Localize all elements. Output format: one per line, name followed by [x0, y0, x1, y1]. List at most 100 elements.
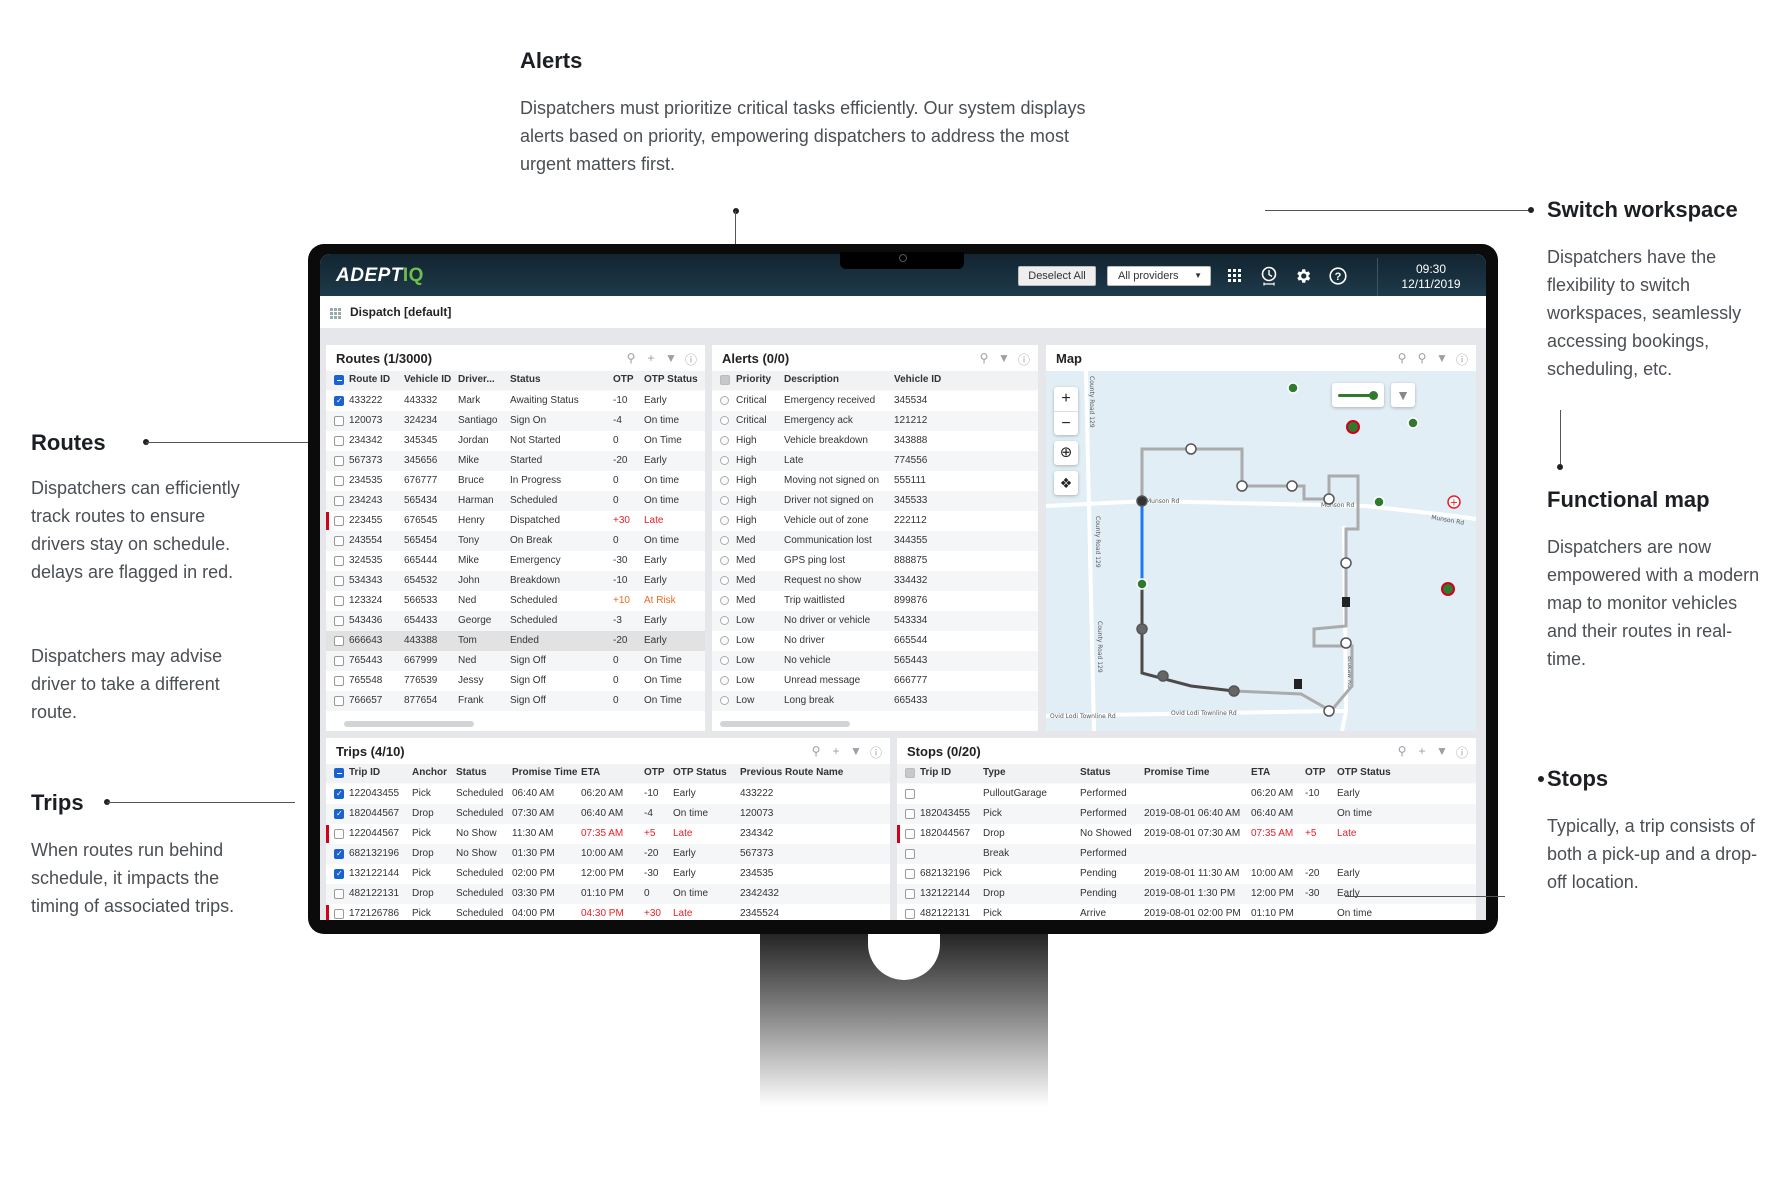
row-checkbox[interactable] [905, 829, 915, 839]
row-radio[interactable] [720, 696, 729, 705]
row-checkbox[interactable] [334, 696, 344, 706]
col-previous-route-name[interactable]: Previous Route Name [740, 767, 843, 778]
row-radio[interactable] [720, 456, 729, 465]
routes-row[interactable]: 765443 667999 Ned Sign Off 0 On Time [326, 651, 705, 671]
help-icon[interactable]: ⓘ [1018, 351, 1030, 368]
col-otp-status[interactable]: OTP Status [673, 767, 727, 778]
row-checkbox[interactable] [334, 391, 344, 411]
row-radio[interactable] [720, 676, 729, 685]
stops-row[interactable]: PulloutGarage Performed 06:20 AM -10 Early [897, 784, 1476, 804]
search-icon[interactable]: ⚲ [1396, 744, 1408, 761]
workspace-grid-icon[interactable] [330, 308, 342, 319]
col-anchor[interactable]: Anchor [412, 767, 447, 778]
trips-row[interactable]: 172126786 Pick Scheduled 04:00 PM 04:30 PM +3… [326, 904, 890, 920]
routes-row[interactable]: 234243 565434 Harman Scheduled 0 On time [326, 491, 705, 511]
alerts-row[interactable]: Med Trip waitlisted 899876 [712, 591, 1038, 611]
help-icon[interactable]: ⓘ [685, 351, 697, 368]
map-layer-filter-icon[interactable]: ▼ [1391, 383, 1415, 407]
col-priority[interactable]: Priority [736, 374, 771, 385]
filter-icon[interactable]: ▼ [665, 351, 677, 368]
stops-row[interactable]: Break Performed [897, 844, 1476, 864]
row-checkbox[interactable] [334, 784, 344, 804]
timeline-clock-icon[interactable] [1259, 266, 1279, 286]
routes-row[interactable]: 123324 566533 Ned Scheduled +10 At Risk [326, 591, 705, 611]
alerts-row[interactable]: Low No driver 665544 [712, 631, 1038, 651]
col-otp[interactable]: OTP [644, 767, 665, 778]
row-checkbox[interactable] [334, 656, 344, 666]
help-icon[interactable]: ⓘ [1456, 744, 1468, 761]
routes-row[interactable]: 324535 665444 Mike Emergency -30 Early [326, 551, 705, 571]
routes-row[interactable]: 234342 345345 Jordan Not Started 0 On Time [326, 431, 705, 451]
row-checkbox[interactable] [334, 676, 344, 686]
row-radio[interactable] [720, 516, 729, 525]
gear-icon[interactable] [1293, 266, 1313, 286]
row-checkbox[interactable] [905, 869, 915, 879]
row-radio[interactable] [720, 396, 729, 405]
select-all-checkbox[interactable] [334, 768, 344, 778]
row-radio[interactable] [720, 476, 729, 485]
alerts-row[interactable]: Low Long break 665433 [712, 691, 1038, 711]
routes-row[interactable]: 666643 443388 Tom Ended -20 Early [326, 631, 705, 651]
alerts-row[interactable]: Critical Emergency received 345534 [712, 391, 1038, 411]
row-checkbox[interactable] [334, 576, 344, 586]
alerts-row[interactable]: Med GPS ping lost 888875 [712, 551, 1038, 571]
row-radio[interactable] [720, 496, 729, 505]
trips-row[interactable]: 682132196 Drop No Show 01:30 PM 10:00 AM -20 E… [326, 844, 890, 864]
alerts-row[interactable]: High Late 774556 [712, 451, 1038, 471]
row-checkbox[interactable] [334, 476, 344, 486]
routes-horizontal-scrollbar[interactable] [344, 721, 474, 727]
alerts-row[interactable]: Med Communication lost 344355 [712, 531, 1038, 551]
map-opacity-slider[interactable] [1332, 383, 1384, 407]
map-canvas[interactable]: Munson Rd Munson Rd Munson Rd Ovid Lodi … [1046, 371, 1476, 731]
search-icon[interactable]: ⚲ [978, 351, 990, 368]
routes-row[interactable]: 534343 654532 John Breakdown -10 Early [326, 571, 705, 591]
col-otp-status[interactable]: OTP Status [1337, 767, 1391, 778]
search-icon[interactable]: ⚲ [625, 351, 637, 368]
row-checkbox[interactable] [334, 909, 344, 919]
filter-icon[interactable]: ▼ [1436, 744, 1448, 761]
row-radio[interactable] [720, 436, 729, 445]
filter-icon[interactable]: ▼ [850, 744, 862, 761]
row-checkbox[interactable] [334, 829, 344, 839]
trips-row[interactable]: 132122144 Pick Scheduled 02:00 PM 12:00 PM -3… [326, 864, 890, 884]
row-checkbox[interactable] [334, 616, 344, 626]
row-checkbox[interactable] [905, 789, 915, 799]
routes-row[interactable]: 567373 345656 Mike Started -20 Early [326, 451, 705, 471]
routes-row[interactable]: 223455 676545 Henry Dispatched +30 Late [326, 511, 705, 531]
col-otp[interactable]: OTP [1305, 767, 1326, 778]
locate-crosshair-icon[interactable]: ⊕ [1054, 441, 1078, 465]
alerts-row[interactable]: Low No driver or vehicle 543334 [712, 611, 1038, 631]
stops-row[interactable]: 482122131 Pick Arrive 2019-08-01 02:00 PM 01… [897, 904, 1476, 920]
alerts-row[interactable]: Critical Emergency ack 121212 [712, 411, 1038, 431]
col-route-id[interactable]: Route ID [349, 374, 390, 385]
providers-select[interactable]: All providers ▼ [1107, 266, 1211, 286]
zoom-out-button[interactable]: − [1054, 412, 1078, 436]
col-promise-time[interactable]: Promise Time [1144, 767, 1209, 778]
row-checkbox[interactable] [334, 556, 344, 566]
stops-row[interactable]: 182044567 Drop No Showed 2019-08-01 07:30 A… [897, 824, 1476, 844]
add-icon[interactable]: + [830, 744, 842, 761]
trips-row[interactable]: 122043455 Pick Scheduled 06:40 AM 06:20 AM -1… [326, 784, 890, 804]
alerts-row[interactable]: High Vehicle breakdown 343888 [712, 431, 1038, 451]
row-checkbox[interactable] [905, 849, 915, 859]
logo[interactable]: ADEPTIQ [336, 265, 424, 287]
map-pin-settings-icon[interactable]: ⚲ [1416, 351, 1428, 368]
filter-icon[interactable]: ▼ [998, 351, 1010, 368]
help-icon[interactable]: ⓘ [870, 744, 882, 761]
stops-row[interactable]: 682132196 Pick Pending 2019-08-01 11:30 AM 1… [897, 864, 1476, 884]
help-icon[interactable]: ? [1328, 266, 1348, 286]
row-checkbox[interactable] [334, 864, 344, 884]
row-radio[interactable] [720, 596, 729, 605]
row-checkbox[interactable] [334, 596, 344, 606]
map-pin-icon[interactable]: ❖ [1054, 471, 1078, 495]
routes-row[interactable]: 433222 443332 Mark Awaiting Status -10 Early [326, 391, 705, 411]
select-all-checkbox[interactable] [905, 768, 915, 778]
alerts-row[interactable]: Low Unread message 666777 [712, 671, 1038, 691]
alerts-row[interactable]: High Vehicle out of zone 222112 [712, 511, 1038, 531]
col-driver[interactable]: Driver... [458, 374, 495, 385]
search-icon[interactable]: ⚲ [1396, 351, 1408, 368]
col-status[interactable]: Status [1080, 767, 1111, 778]
col-promise-time[interactable]: Promise Time [512, 767, 577, 778]
row-radio[interactable] [720, 416, 729, 425]
row-checkbox[interactable] [334, 889, 344, 899]
